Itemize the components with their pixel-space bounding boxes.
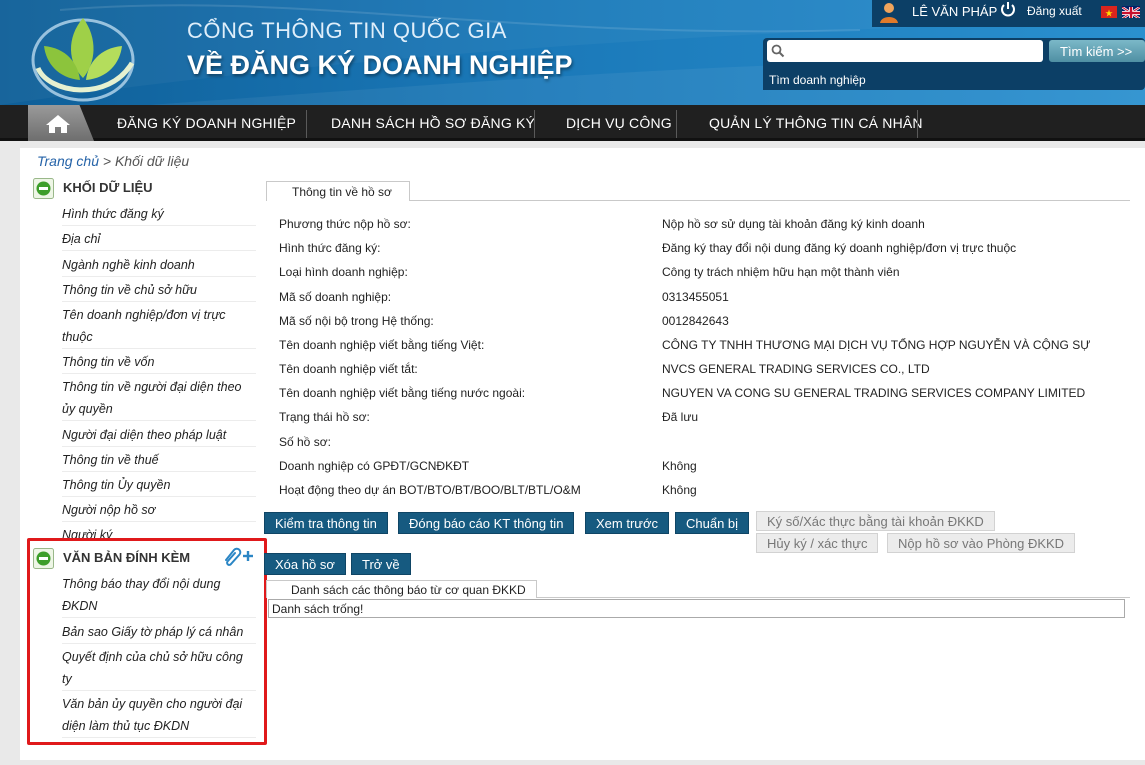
field-label: Loại hình doanh nghiệp:: [279, 265, 408, 279]
field-label: Tên doanh nghiệp viết bằng tiếng Việt:: [279, 338, 485, 352]
field-value: 0012842643: [662, 314, 729, 328]
prepare-button[interactable]: Chuẩn bị: [675, 512, 750, 534]
sign-button[interactable]: Ký số/Xác thực bằng tài khoản ĐKKD: [756, 511, 995, 531]
field-value: Công ty trách nhiệm hữu hạn một thành vi…: [662, 265, 900, 279]
breadcrumb-current: Khối dữ liệu: [114, 153, 190, 169]
sidebar-item-dai-dien-uy-quyen[interactable]: Thông tin về người đại diện theo ủy quyề…: [62, 376, 256, 421]
nav-separator: [306, 110, 307, 138]
nav-danh-sach-ho-so[interactable]: DANH SÁCH HỒ SƠ ĐĂNG KÝ: [331, 105, 535, 141]
user-name[interactable]: LÊ VĂN PHÁP: [912, 4, 997, 19]
collapse-icon[interactable]: [33, 178, 54, 199]
field-label: Phương thức nộp hồ sơ:: [279, 217, 411, 231]
section-title: KHỐI DỮ LIỆU: [63, 180, 153, 195]
portal-title-line2: VỀ ĐĂNG KÝ DOANH NGHIỆP: [187, 50, 573, 80]
portal-title-line1: CỔNG THÔNG TIN QUỐC GIA: [187, 18, 507, 43]
sidebar-item-uy-quyen[interactable]: Thông tin Ủy quyền: [62, 474, 256, 497]
sidebar-item-chu-so-huu[interactable]: Thông tin về chủ sở hữu: [62, 279, 256, 302]
sidebar-item-nguoi-ky[interactable]: Người ký: [62, 524, 256, 538]
field-label: Mã số doanh nghiệp:: [279, 290, 392, 304]
highlight-frame: [27, 538, 267, 745]
field-label: Trạng thái hồ sơ:: [279, 410, 370, 424]
package-report-button[interactable]: Đóng báo cáo KT thông tin: [398, 512, 575, 534]
sidebar-item-dai-dien-phap-luat[interactable]: Người đại diện theo pháp luật: [62, 424, 256, 447]
panel-tab-record-info: Thông tin về hồ sơ: [266, 181, 410, 201]
nav-dich-vu-cong[interactable]: DỊCH VỤ CÔNG: [566, 105, 672, 141]
search-hint-label[interactable]: Tìm doanh nghiệp: [763, 69, 867, 90]
logout-link[interactable]: Đăng xuất: [1027, 4, 1082, 18]
sidebar-item-von[interactable]: Thông tin về vốn: [62, 351, 256, 374]
breadcrumb-separator: >: [99, 153, 115, 169]
field-label: Tên doanh nghiệp viết tắt:: [279, 362, 418, 376]
delete-record-button[interactable]: Xóa hồ sơ: [264, 553, 346, 575]
nav-separator: [917, 110, 918, 138]
field-label: Doanh nghiệp có GPĐT/GCNĐKĐT: [279, 459, 470, 473]
field-label: Số hồ sơ:: [279, 435, 331, 449]
field-label: Mã số nội bộ trong Hệ thống:: [279, 314, 434, 328]
submit-button[interactable]: Nộp hồ sơ vào Phòng ĐKKD: [887, 533, 1076, 553]
field-value: Nộp hồ sơ sử dụng tài khoản đăng ký kinh…: [662, 217, 925, 231]
nav-quan-ly-thong-tin[interactable]: QUẢN LÝ THÔNG TIN CÁ NHÂN: [709, 105, 923, 141]
field-value: Đăng ký thay đổi nội dung đăng ký doanh …: [662, 241, 1017, 255]
flag-vietnam-icon[interactable]: [1101, 6, 1117, 18]
sidebar-item-nganh-nghe[interactable]: Ngành nghề kinh doanh: [62, 254, 256, 277]
flag-uk-icon[interactable]: [1122, 6, 1140, 18]
search-input[interactable]: [767, 40, 1043, 62]
notice-list: Danh sách trống!: [268, 599, 1125, 618]
sidebar-item-thue[interactable]: Thông tin về thuế: [62, 449, 256, 472]
preview-button[interactable]: Xem trước: [585, 512, 670, 534]
sidebar-item-dia-chi[interactable]: Địa chỉ: [62, 228, 256, 251]
cancel-sign-button[interactable]: Hủy ký / xác thực: [756, 533, 879, 553]
sidebar-item-hinh-thuc-dang-ky[interactable]: Hình thức đăng ký: [62, 203, 256, 226]
field-value: Đã lưu: [662, 410, 699, 424]
sidebar-item-ten-doanh-nghiep[interactable]: Tên doanh nghiệp/đơn vị trực thuộc: [62, 304, 256, 349]
notice-panel-tab: Danh sách các thông báo từ cơ quan ĐKKD: [266, 580, 537, 598]
sidebar-item-nguoi-nop-ho-so[interactable]: Người nộp hồ sơ: [62, 499, 256, 522]
field-value: Không: [662, 459, 697, 473]
search-button[interactable]: Tìm kiếm >>: [1049, 40, 1145, 62]
field-label: Hình thức đăng ký:: [279, 241, 381, 255]
nav-separator: [676, 110, 677, 138]
user-avatar-icon: [880, 3, 898, 23]
field-value: NGUYEN VA CONG SU GENERAL TRADING SERVIC…: [662, 386, 1086, 400]
home-icon[interactable]: [45, 114, 71, 134]
nav-separator: [534, 110, 535, 138]
field-label: Hoạt động theo dự án BOT/BTO/BT/BOO/BLT/…: [279, 483, 581, 497]
logo-icon[interactable]: [28, 8, 138, 102]
power-icon[interactable]: [999, 0, 1017, 18]
field-value: 0313455051: [662, 290, 729, 304]
field-value: NVCS GENERAL TRADING SERVICES CO., LTD: [662, 362, 930, 376]
check-info-button[interactable]: Kiểm tra thông tin: [264, 512, 388, 534]
breadcrumb-home[interactable]: Trang chủ: [37, 153, 99, 169]
search-icon: [771, 44, 785, 58]
field-value: Không: [662, 483, 697, 497]
nav-dang-ky-doanh-nghiep[interactable]: ĐĂNG KÝ DOANH NGHIỆP: [117, 105, 296, 141]
back-button[interactable]: Trở về: [351, 553, 411, 575]
field-label: Tên doanh nghiệp viết bằng tiếng nước ng…: [279, 386, 526, 400]
field-value: CÔNG TY TNHH THƯƠNG MẠI DỊCH VỤ TỔNG HỢP…: [662, 338, 1091, 352]
breadcrumb: Trang chủ > Khối dữ liệu: [37, 153, 189, 169]
